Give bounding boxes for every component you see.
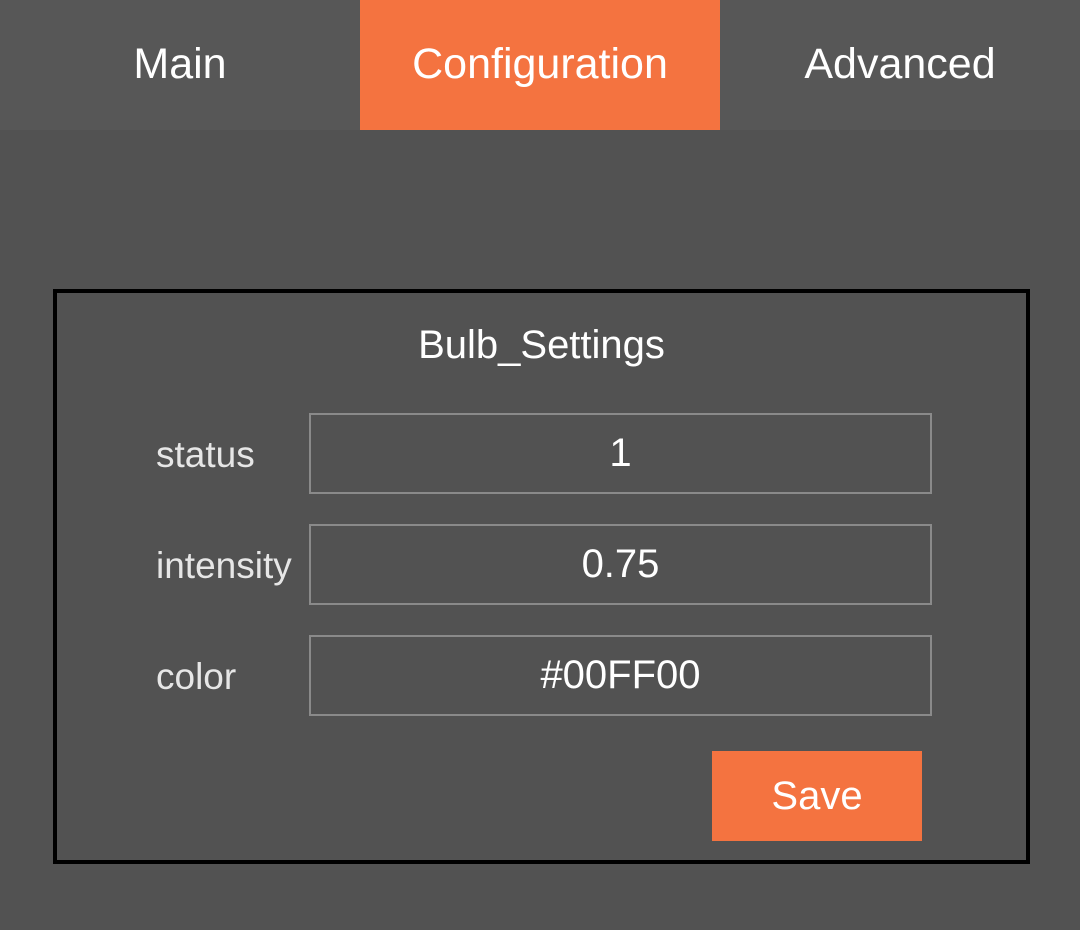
panel-title: Bulb_Settings bbox=[418, 323, 665, 367]
tab-bar: Main Configuration Advanced bbox=[0, 0, 1080, 130]
tab-main[interactable]: Main bbox=[0, 0, 360, 130]
color-field[interactable] bbox=[309, 635, 932, 716]
color-label: color bbox=[156, 656, 237, 697]
bulb-settings-panel: Bulb_Settings status intensity color Sav… bbox=[53, 289, 1030, 864]
tab-advanced[interactable]: Advanced bbox=[720, 0, 1080, 130]
intensity-field[interactable] bbox=[309, 524, 932, 605]
intensity-label: intensity bbox=[156, 545, 292, 586]
save-button[interactable]: Save bbox=[712, 751, 922, 841]
status-label: status bbox=[156, 434, 255, 475]
tab-configuration[interactable]: Configuration bbox=[360, 0, 720, 130]
status-field[interactable] bbox=[309, 413, 932, 494]
